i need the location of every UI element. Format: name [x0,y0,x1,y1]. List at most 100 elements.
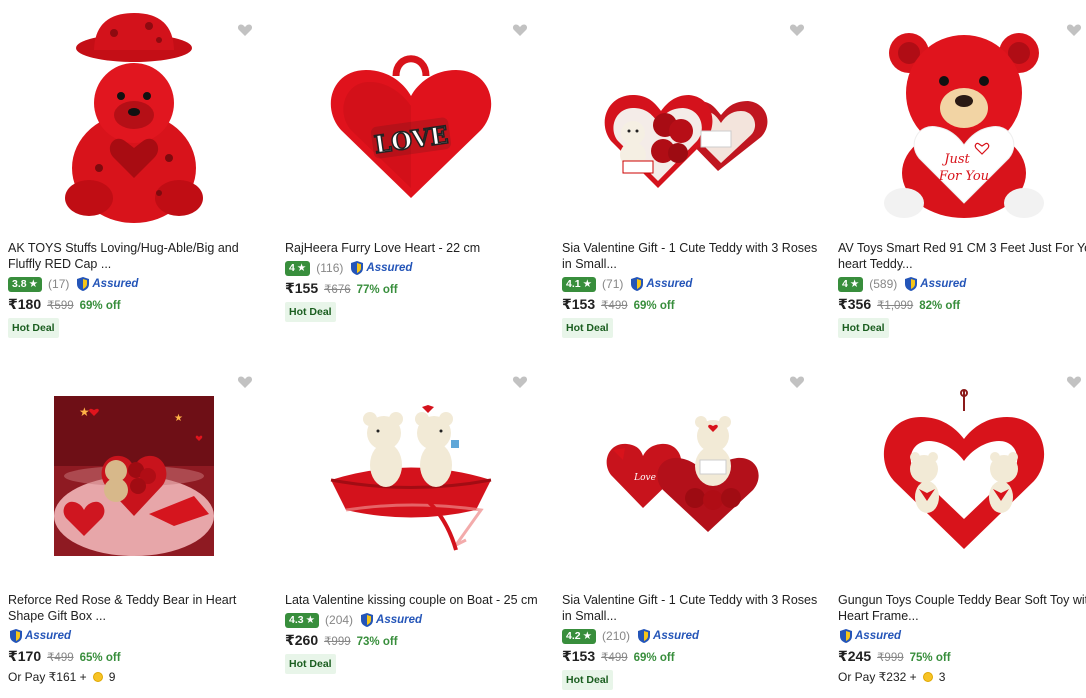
product-title[interactable]: AK TOYS Stuffs Loving/Hug-Able/Big and F… [8,240,270,272]
product-title[interactable]: Lata Valentine kissing couple on Boat - … [285,592,547,608]
rating-row: 3.8 ★ (17) Assured [8,276,138,292]
kissing-couple-boat-icon[interactable] [285,362,537,578]
price-row: ₹153 ₹499 69% off [562,648,675,665]
star-icon: ★ [28,277,39,290]
svg-text:Just: Just [941,152,970,167]
shield-icon [631,277,644,291]
product-title[interactable]: Sia Valentine Gift - 1 Cute Teddy with 3… [562,592,824,624]
selling-price: ₹155 [285,280,319,296]
price-row: ₹153 ₹499 69% off [562,296,675,313]
star-icon: ★ [305,613,316,626]
hot-deal-badge: Hot Deal [285,654,336,674]
svg-text:★: ★ [174,413,183,424]
hot-deal-badge: Hot Deal [285,302,336,322]
svg-text:For You: For You [938,169,989,184]
selling-price: ₹153 [562,296,596,312]
supercoin-icon [922,672,933,682]
rating-badge: 4.3 ★ [285,612,320,628]
rating-count: (71) [602,277,624,291]
rating-badge: 4.2 ★ [562,628,597,644]
selling-price: ₹260 [285,632,319,648]
original-price: ₹499 [601,300,628,312]
or-pay-text: Or Pay ₹161 + [8,670,87,684]
star-icon: ★ [582,629,593,642]
hot-deal-badge: Hot Deal [8,318,59,338]
rating-count: (589) [869,277,898,291]
assured-badge: Assured [75,276,138,292]
selling-price: ₹170 [8,648,42,664]
teddy-with-hat-icon[interactable] [8,10,260,226]
shield-icon [638,629,651,643]
hot-deal-badge: Hot Deal [562,318,613,338]
assured-badge: Assured [629,276,692,292]
svg-text:Love: Love [633,473,656,483]
or-pay-text: Or Pay ₹232 + [838,670,917,684]
product-title[interactable]: RajHeera Furry Love Heart - 22 cm [285,240,547,256]
original-price: ₹1,099 [877,300,914,312]
red-teddy-just-for-you-icon[interactable]: Just For You [838,15,1086,231]
rating-count: (210) [602,629,631,643]
assured-badge: Assured [838,628,901,644]
discount-percent: 77% off [356,284,398,296]
or-pay-offer: Or Pay ₹161 + 9 [8,670,115,684]
assured-badge: Assured [903,276,966,292]
hot-deal-badge: Hot Deal [562,670,613,690]
discount-percent: 75% off [909,652,951,664]
or-pay-offer: Or Pay ₹232 + 3 [838,670,945,684]
original-price: ₹999 [877,652,904,664]
rating-row: 4.3 ★ (204) Assured [285,612,422,628]
original-price: ₹676 [324,284,351,296]
product-grid: AK TOYS Stuffs Loving/Hug-Able/Big and F… [0,0,1086,698]
coin-count: 9 [108,670,116,684]
star-icon: ★ [582,277,593,290]
rating-row: Assured [838,628,901,644]
shield-icon [905,277,918,291]
star-icon: ★ [849,277,860,290]
rating-count: (116) [316,261,344,275]
product-title[interactable]: AV Toys Smart Red 91 CM 3 Feet Just For … [838,240,1086,272]
rating-badge: 4 ★ [838,276,864,292]
price-row: ₹356 ₹1,099 82% off [838,296,960,313]
price-row: ₹245 ₹999 75% off [838,648,951,665]
product-title[interactable]: Sia Valentine Gift - 1 Cute Teddy with 3… [562,240,824,272]
assured-badge: Assured [8,628,71,644]
selling-price: ₹356 [838,296,872,312]
heart-gift-box-scene-icon[interactable]: ★ ★ [8,368,260,584]
product-title[interactable]: Reforce Red Rose & Teddy Bear in Heart S… [8,592,270,624]
discount-percent: 65% off [79,652,121,664]
assured-badge: Assured [349,260,412,276]
price-row: ₹170 ₹499 65% off [8,648,121,665]
selling-price: ₹245 [838,648,872,664]
rating-row: 4.2 ★ (210) Assured [562,628,699,644]
heart-frame-couple-teddy-icon[interactable] [838,366,1086,582]
heart-box-teddy-roses-icon[interactable] [562,15,814,231]
shield-icon [351,261,364,275]
selling-price: ₹153 [562,648,596,664]
product-title[interactable]: Gungun Toys Couple Teddy Bear Soft Toy w… [838,592,1086,624]
price-row: ₹155 ₹676 77% off [285,280,398,297]
shield-icon [77,277,90,291]
price-row: ₹260 ₹999 73% off [285,632,398,649]
shield-icon [10,629,22,643]
rating-badge: 4.1 ★ [562,276,597,292]
rating-count: (17) [48,277,70,291]
heart-box-teddy-roses-2-icon[interactable]: Love [562,362,814,578]
original-price: ₹499 [601,652,628,664]
rating-row: 4 ★ (116) Assured [285,260,412,276]
svg-text:★: ★ [79,405,90,419]
rating-count: (204) [325,613,354,627]
supercoin-icon [92,672,103,682]
furry-love-heart-icon[interactable]: LOVE [285,15,537,231]
rating-row: 4.1 ★ (71) Assured [562,276,692,292]
coin-count: 3 [938,670,946,684]
discount-percent: 69% off [79,300,121,312]
discount-percent: 69% off [633,300,675,312]
original-price: ₹999 [324,636,351,648]
hot-deal-badge: Hot Deal [838,318,889,338]
star-icon: ★ [296,261,307,274]
price-row: ₹180 ₹599 69% off [8,296,121,313]
shield-icon [361,613,374,627]
rating-row: 4 ★ (589) Assured [838,276,966,292]
shield-icon [840,629,852,643]
rating-row: Assured [8,628,71,644]
